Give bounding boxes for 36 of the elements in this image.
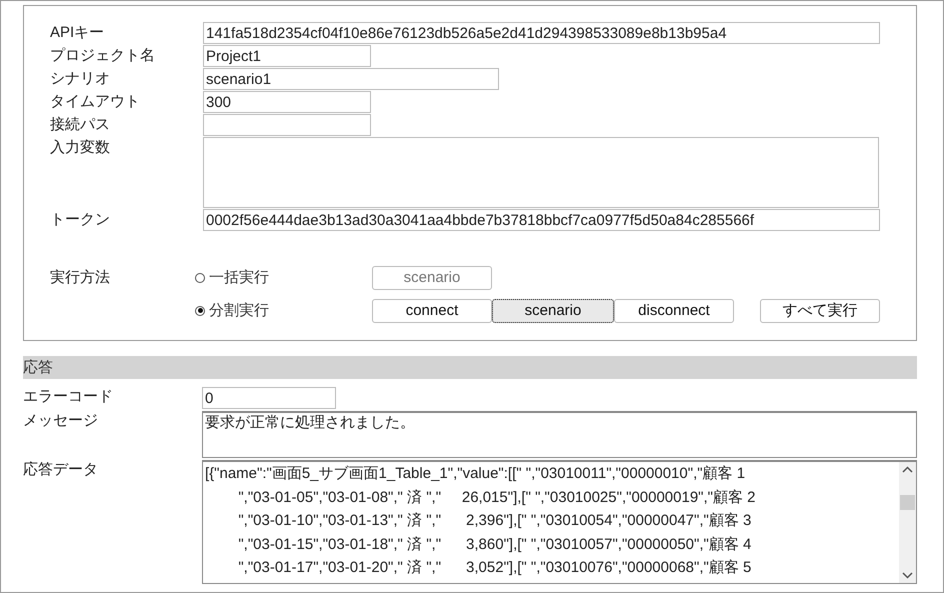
input-field[interactable]: 0: [202, 387, 336, 409]
input-field[interactable]: 0002f56e444dae3b13ad30a3041aa4bbde7b37818bbcf7ca0977f5d50a84c285566f: [203, 209, 880, 231]
field-label: シナリオ: [50, 69, 111, 89]
radio-option[interactable]: 分割実行: [195, 301, 372, 320]
radio-button[interactable]: [195, 306, 205, 316]
input-field[interactable]: [203, 137, 879, 208]
data-line: ","03-01-17","03-01-20"," 済 "," 3,052"],[" ","03010076","00000068","顧客 5: [237, 558, 752, 578]
scroll-thumb[interactable]: [900, 495, 915, 510]
field-label: メッセージ: [23, 411, 99, 431]
action-button[interactable]: scenario: [492, 298, 614, 322]
input-field[interactable]: Project1: [203, 45, 371, 67]
field-label: トークン: [50, 210, 111, 230]
field-label: エラーコード: [23, 387, 114, 407]
input-field[interactable]: scenario1: [203, 68, 499, 90]
radio-button[interactable]: [195, 272, 205, 282]
scrollbar[interactable]: [899, 462, 916, 583]
field-label: 接続パス: [50, 115, 111, 135]
action-button[interactable]: disconnect: [614, 298, 734, 322]
data-line: ","03-01-10","03-01-13"," 済 "," 2,396"],[" ","03010054","00000047","顧客 3: [237, 511, 752, 531]
action-button[interactable]: connect: [372, 298, 492, 322]
input-field[interactable]: [203, 114, 371, 136]
field-label: 実行方法: [50, 268, 111, 287]
data-line: ","03-01-15","03-01-18"," 済 "," 3,860"],[" ","03010057","00000050","顧客 4: [237, 534, 752, 554]
field-label: タイムアウト: [50, 92, 141, 112]
field-label: 応答データ: [23, 460, 99, 480]
message-box: 要求が正常に処理されました。: [202, 411, 917, 458]
data-line: [{"name":"画面5_サブ画面1_Table_1","value":[[" ","03010011","00000010","顧客 1: [205, 464, 746, 484]
input-field[interactable]: 141fa518d2354cf04f10e86e76123db526a5e2d41d294398533089e8b13b95a4: [203, 22, 880, 44]
input-field[interactable]: 300: [203, 91, 371, 113]
data-line: ","03-01-05","03-01-08"," 済 "," 26,015"],[" ","03010025","00000019","顧客 2: [237, 488, 757, 508]
field-label: APIキー: [50, 23, 106, 43]
radio-option[interactable]: 一括実行: [195, 268, 372, 287]
field-label: プロジェクト名: [50, 46, 156, 66]
run-all-button[interactable]: すべて実行: [760, 298, 880, 322]
section-header: 応答: [23, 356, 917, 379]
field-label: 入力変数: [50, 138, 111, 158]
